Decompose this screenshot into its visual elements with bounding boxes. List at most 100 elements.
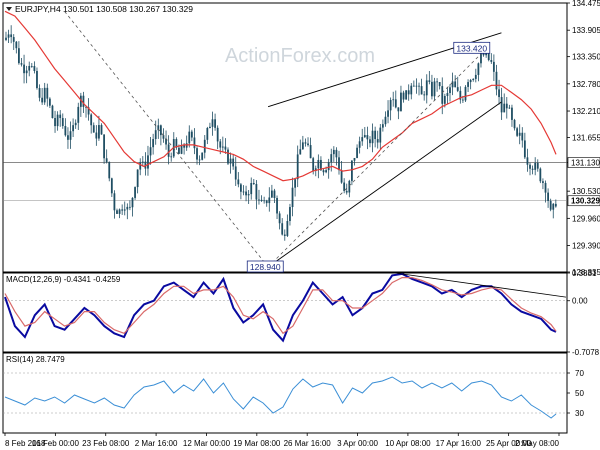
candle-body	[518, 132, 521, 136]
candle-body	[209, 126, 211, 129]
candle-body	[25, 70, 28, 74]
annotation-label: 128.940	[250, 262, 281, 272]
candle-body	[299, 149, 302, 155]
candle-body	[216, 127, 219, 142]
candle-body	[82, 95, 85, 107]
candle-body	[420, 86, 423, 95]
candle-body	[348, 180, 351, 193]
candle-body	[260, 199, 263, 202]
candle-body	[498, 89, 500, 98]
candle-body	[387, 110, 389, 117]
candle-body	[265, 200, 268, 204]
candle-body	[286, 221, 289, 236]
candle-body	[270, 190, 273, 198]
candle-body	[30, 65, 33, 67]
candle-body	[74, 122, 77, 126]
candle-body	[100, 125, 103, 135]
candle-body	[327, 162, 330, 171]
candle-body	[198, 159, 201, 161]
candle-body	[371, 130, 374, 144]
rsi-y-tick-label: 70	[575, 369, 584, 378]
candle-body	[304, 142, 307, 144]
x-tick-label: 23 Feb 08:00	[82, 439, 130, 448]
candle-body	[5, 37, 7, 40]
candle-body	[495, 71, 498, 90]
candle-body	[412, 85, 415, 87]
y-tick-label: 129.390	[572, 242, 600, 251]
candle-body	[258, 199, 260, 201]
candle-body	[415, 85, 418, 87]
candle-body	[113, 193, 116, 211]
panel-frame-2	[2, 272, 568, 353]
candle-body	[136, 169, 139, 188]
candle-body	[428, 80, 431, 82]
candle-body	[219, 141, 222, 148]
candle-body	[291, 187, 294, 208]
candle-body	[526, 157, 529, 165]
candle-body	[340, 170, 343, 183]
candle-body	[529, 164, 531, 169]
chart-window: ActionForex.com EURJPY,H4 130.501 130.508…	[0, 0, 600, 450]
rsi-y-tick-label: 30	[575, 409, 584, 418]
candle-body	[361, 137, 364, 142]
y-tick-label: 130.530	[572, 187, 600, 196]
candle-body	[48, 98, 51, 106]
x-tick-label: 3 Apr 00:00	[337, 439, 378, 448]
candle-body	[203, 139, 206, 153]
macd-series-signal	[4, 277, 557, 335]
candle-body	[418, 85, 420, 87]
candle-body	[469, 80, 472, 83]
candle-body	[276, 197, 278, 214]
candle-body	[309, 145, 312, 159]
candle-body	[456, 87, 459, 91]
candle-body	[234, 166, 237, 180]
candle-body	[116, 210, 118, 214]
candle-body	[549, 200, 552, 210]
chart-title: EURJPY,H4 130.501 130.508 130.267 130.32…	[15, 4, 193, 14]
candle-body	[511, 107, 513, 120]
candle-body	[121, 209, 124, 211]
candle-body	[307, 143, 309, 146]
chart-canvas: ActionForex.com EURJPY,H4 130.501 130.508…	[2, 0, 600, 448]
candle-body	[139, 162, 142, 170]
candle-body	[389, 100, 392, 111]
candle-body	[7, 34, 10, 38]
candle-body	[255, 184, 258, 200]
candle-body	[438, 82, 441, 87]
candle-body	[232, 158, 235, 167]
candle-body	[376, 139, 379, 143]
candle-body	[224, 146, 227, 150]
candle-body	[149, 147, 152, 156]
candle-body	[332, 149, 335, 155]
watermark: ActionForex.com	[225, 45, 375, 67]
candle-body	[407, 90, 410, 95]
candle-body	[379, 127, 382, 143]
candle-body	[12, 37, 15, 42]
header-dropdown-icon	[6, 7, 12, 11]
candle-body	[500, 97, 503, 113]
candle-body	[77, 106, 80, 123]
x-tick-label: 10 Apr 08:00	[385, 439, 431, 448]
candle-body	[10, 34, 13, 38]
candle-body	[201, 152, 204, 160]
candle-body	[423, 94, 426, 96]
rsi-title: RSI(14) 28.7479	[6, 355, 65, 364]
macd-y-tick-label: 0.3831	[572, 269, 597, 278]
candle-body	[23, 64, 25, 74]
candle-body	[33, 66, 36, 71]
candle-body	[180, 144, 183, 154]
candle-body	[554, 203, 557, 207]
candle-body	[229, 158, 232, 164]
candle-body	[263, 200, 266, 202]
y-tick-label: 133.905	[572, 26, 600, 35]
candle-body	[61, 118, 64, 127]
y-tick-label: 129.960	[572, 214, 600, 223]
candle-body	[131, 197, 134, 208]
candle-body	[505, 103, 508, 109]
candle-body	[20, 63, 23, 65]
candle-body	[95, 132, 98, 139]
candle-body	[250, 183, 253, 195]
y-tick-label: 132.210	[572, 107, 600, 116]
candle-body	[472, 78, 475, 81]
x-tick-label: 2 Mar 16:00	[135, 439, 178, 448]
